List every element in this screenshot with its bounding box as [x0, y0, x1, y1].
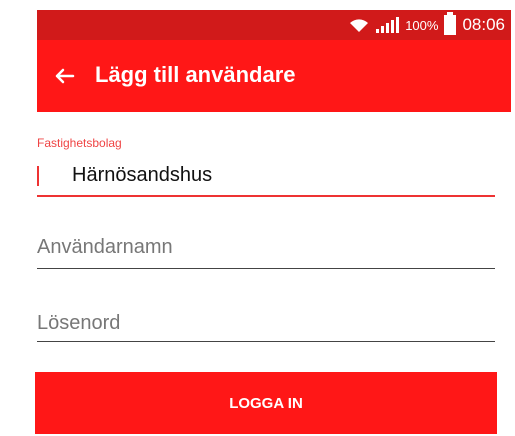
company-underline	[37, 195, 495, 197]
signal-icon	[376, 17, 400, 33]
clock: 08:06	[462, 15, 505, 34]
app-bar: Lägg till användare	[37, 40, 511, 112]
status-right: 100% 08:06	[348, 10, 505, 40]
password-field[interactable]: Lösenord	[37, 312, 495, 352]
battery-icon	[444, 12, 457, 35]
company-label: Fastighetsbolag	[37, 136, 122, 150]
back-arrow-icon[interactable]	[51, 62, 79, 90]
login-button-label: LOGGA IN	[229, 394, 303, 412]
login-button[interactable]: LOGGA IN	[35, 372, 497, 434]
company-field[interactable]: Fastighetsbolag Härnösandshus	[37, 130, 495, 200]
username-placeholder: Användarnamn	[37, 236, 173, 258]
page-title: Lägg till användare	[95, 62, 296, 87]
username-field[interactable]: Användarnamn	[37, 232, 495, 272]
password-placeholder: Lösenord	[37, 312, 121, 334]
username-underline	[37, 268, 495, 269]
status-bar: 100% 08:06	[37, 10, 511, 40]
password-underline	[37, 341, 495, 342]
text-cursor	[37, 166, 39, 186]
battery-percentage: 100%	[405, 17, 439, 33]
company-value: Härnösandshus	[72, 164, 213, 186]
wifi-icon	[348, 17, 370, 33]
